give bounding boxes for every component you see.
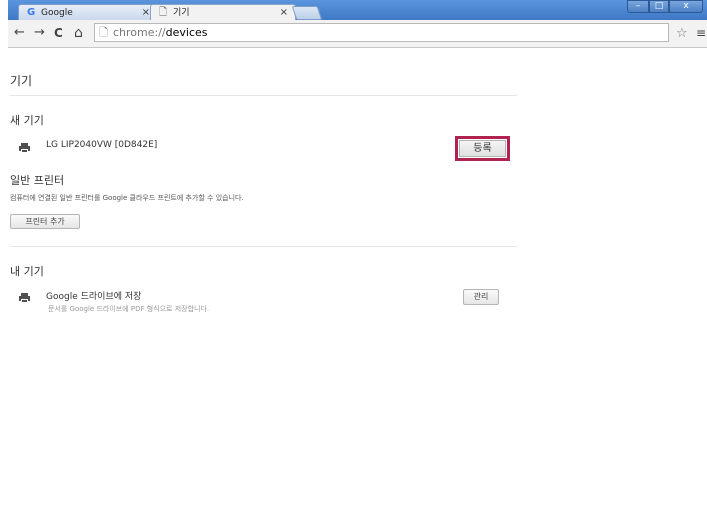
close-window-button[interactable]: x (669, 0, 703, 13)
my-devices-heading: 내 기기 (10, 265, 44, 278)
page-icon: 🗋 (99, 26, 108, 39)
tab-title: Google (41, 8, 73, 18)
forward-arrow-icon[interactable]: → (34, 24, 45, 42)
new-device-name: LG LIP2040VW [0D842E] (46, 140, 158, 150)
page-favicon-icon: 🗋 (159, 7, 168, 18)
browser-window: G Google × 🗋 기기 × – □ x ← → C ⌂ 🗋 chrome… (8, 0, 707, 512)
printer-icon (19, 143, 30, 153)
page-content: 기기 새 기기 LG LIP2040VW [0D842E] 등록 일반 프린터 … (8, 48, 707, 512)
window-controls: – □ x (627, 0, 703, 14)
add-printer-button[interactable]: 프린터 추가 (10, 214, 80, 229)
home-icon[interactable]: ⌂ (74, 24, 83, 42)
chrome-menu-icon[interactable]: ≡ (696, 26, 706, 40)
browser-toolbar: ← → C ⌂ 🗋 chrome://devices ☆ ≡ (8, 20, 707, 48)
tab-close-icon[interactable]: × (280, 5, 288, 21)
tab-close-icon[interactable]: × (142, 5, 150, 21)
new-devices-heading: 새 기기 (10, 114, 44, 127)
address-bar[interactable]: 🗋 chrome://devices (94, 23, 669, 42)
reload-icon[interactable]: C (54, 24, 63, 42)
manage-button[interactable]: 관리 (463, 289, 499, 305)
new-tab-button[interactable] (291, 6, 323, 20)
tab-strip: G Google × 🗋 기기 × – □ x (8, 0, 707, 21)
title-divider (10, 95, 517, 96)
tab-devices[interactable]: 🗋 기기 × (150, 4, 296, 21)
tab-title: 기기 (173, 8, 190, 18)
classic-printers-heading: 일반 프린터 (10, 174, 65, 187)
bookmark-star-icon[interactable]: ☆ (676, 26, 688, 41)
google-favicon-icon: G (27, 7, 36, 18)
my-device-description: 문서를 Google 드라이브에 PDF 형식으로 저장합니다. (48, 305, 210, 313)
my-device-name: Google 드라이브에 저장 (46, 292, 142, 302)
maximize-button[interactable]: □ (649, 0, 669, 13)
printer-icon (19, 293, 30, 303)
tab-google[interactable]: G Google × (18, 4, 158, 21)
register-button[interactable]: 등록 (459, 140, 506, 157)
classic-printers-description: 컴퓨터에 연결된 일반 프린터를 Google 클라우드 프린트에 추가할 수 … (10, 194, 244, 202)
minimize-button[interactable]: – (627, 0, 649, 13)
back-arrow-icon[interactable]: ← (14, 24, 25, 42)
url-text: chrome://devices (113, 26, 208, 39)
section-divider (10, 246, 517, 247)
